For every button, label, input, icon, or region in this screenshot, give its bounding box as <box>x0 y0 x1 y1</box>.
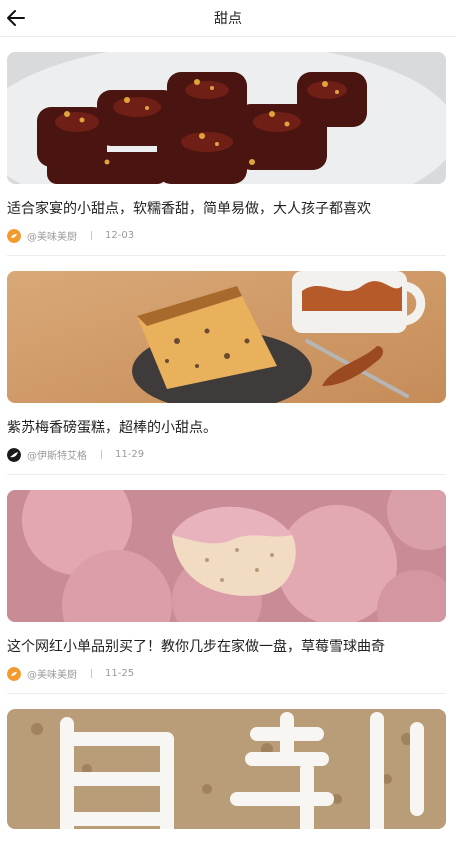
article-thumbnail[interactable] <box>7 709 446 829</box>
author-avatar[interactable] <box>7 228 21 243</box>
page-title: 甜点 <box>214 11 242 27</box>
author-name[interactable]: @美味美厨 <box>27 228 77 243</box>
back-arrow-icon[interactable] <box>4 6 28 30</box>
article-meta: @伊斯特艾格 11-29 <box>7 447 446 462</box>
article-date: 12-03 <box>105 230 135 241</box>
author-avatar[interactable] <box>7 447 21 462</box>
meta-divider <box>91 231 92 240</box>
author-name[interactable]: @伊斯特艾格 <box>27 447 87 462</box>
article-card[interactable] <box>7 694 446 841</box>
article-feed: 适合家宴的小甜点，软糯香甜，简单易做，大人孩子都喜欢 @美味美厨 12-03 紫… <box>0 37 456 841</box>
article-headline[interactable]: 这个网红小单品别买了！教你几步在家做一盘，草莓雪球曲奇 <box>7 637 446 657</box>
article-meta: @美味美厨 11-25 <box>7 666 446 681</box>
article-thumbnail[interactable] <box>7 52 446 184</box>
article-headline[interactable]: 紫苏梅香磅蛋糕，超棒的小甜点。 <box>7 418 446 438</box>
article-card[interactable]: 这个网红小单品别买了！教你几步在家做一盘，草莓雪球曲奇 @美味美厨 11-25 <box>7 475 446 694</box>
meta-divider <box>101 450 102 459</box>
article-card[interactable]: 紫苏梅香磅蛋糕，超棒的小甜点。 @伊斯特艾格 11-29 <box>7 256 446 475</box>
article-date: 11-25 <box>105 668 135 679</box>
article-thumbnail[interactable] <box>7 490 446 622</box>
author-name[interactable]: @美味美厨 <box>27 666 77 681</box>
article-thumbnail[interactable] <box>7 271 446 403</box>
top-bar: 甜点 <box>0 0 456 37</box>
article-headline[interactable]: 适合家宴的小甜点，软糯香甜，简单易做，大人孩子都喜欢 <box>7 199 446 219</box>
article-meta: @美味美厨 12-03 <box>7 228 446 243</box>
meta-divider <box>91 669 92 678</box>
article-date: 11-29 <box>115 449 145 460</box>
article-card[interactable]: 适合家宴的小甜点，软糯香甜，简单易做，大人孩子都喜欢 @美味美厨 12-03 <box>7 37 446 256</box>
author-avatar[interactable] <box>7 666 21 681</box>
